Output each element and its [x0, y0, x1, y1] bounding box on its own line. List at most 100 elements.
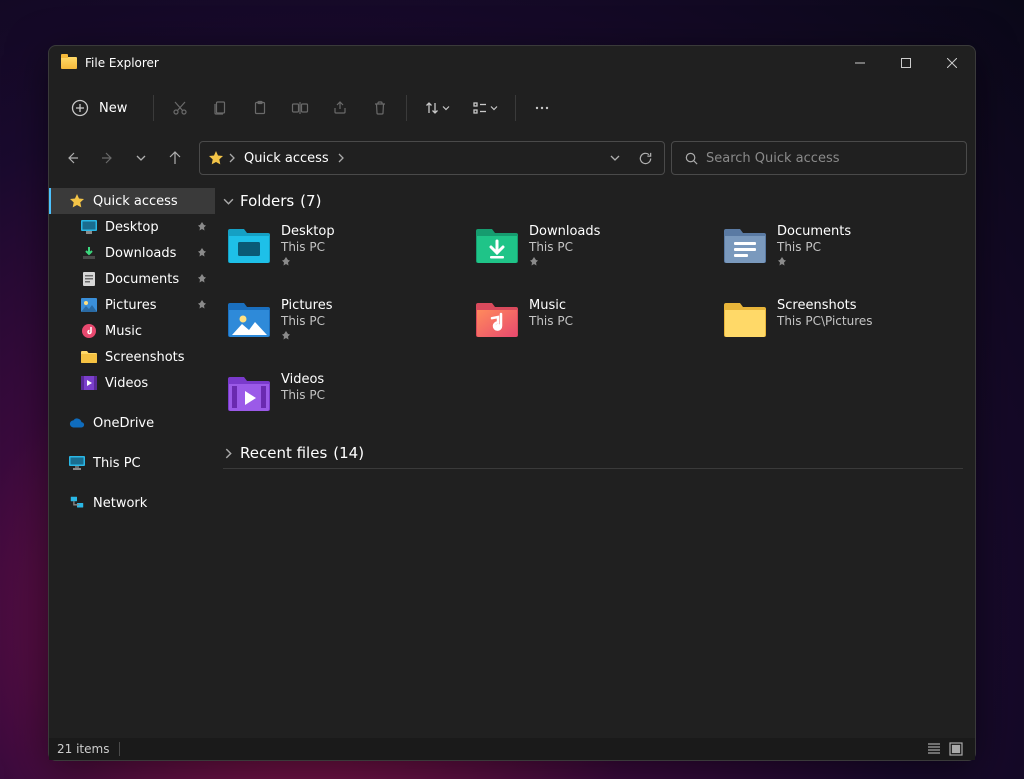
section-recent-header[interactable]: Recent files (14): [223, 444, 963, 462]
navbar: Quick access: [49, 136, 975, 184]
toolbar: New: [49, 80, 975, 136]
folder-name: Downloads: [529, 224, 600, 240]
desktop-icon: [227, 224, 271, 268]
section-count: (14): [333, 444, 364, 462]
recent-locations-button[interactable]: [125, 142, 157, 174]
breadcrumb-home[interactable]: [204, 144, 228, 172]
sidebar-item-desktop[interactable]: Desktop: [49, 214, 215, 240]
folder-sub: This PC: [529, 314, 573, 329]
breadcrumb-label: Quick access: [240, 151, 333, 166]
toolbar-separator: [153, 95, 154, 121]
section-folders-header[interactable]: Folders (7): [223, 192, 963, 210]
sidebar-item-quick-access[interactable]: Quick access: [49, 188, 215, 214]
search-input[interactable]: [706, 151, 962, 166]
delete-button[interactable]: [360, 90, 400, 126]
pin-icon: [197, 274, 207, 284]
chevron-right-icon: [337, 152, 345, 164]
pin-icon: [777, 257, 851, 267]
status-separator: [119, 742, 120, 756]
folder-icon: [61, 57, 77, 69]
rename-button[interactable]: [280, 90, 320, 126]
folder-sub: This PC\Pictures: [777, 314, 873, 329]
sidebar-item-label: Downloads: [105, 246, 176, 261]
folder-item-pictures[interactable]: Pictures This PC: [227, 298, 467, 342]
sidebar-item-music[interactable]: Music: [49, 318, 215, 344]
sidebar-item-documents[interactable]: Documents: [49, 266, 215, 292]
content-pane: Folders (7) Desktop This PC: [215, 184, 975, 738]
videos-icon: [81, 375, 97, 391]
copy-button[interactable]: [200, 90, 240, 126]
folder-name: Screenshots: [777, 298, 873, 314]
back-button[interactable]: [57, 142, 89, 174]
sidebar-item-label: Music: [105, 324, 142, 339]
window-controls: [837, 46, 975, 80]
more-button[interactable]: [522, 90, 562, 126]
new-button[interactable]: New: [61, 90, 141, 126]
folder-sub: This PC: [281, 240, 335, 255]
nav-arrows: [57, 142, 191, 174]
status-item-count: 21 items: [57, 742, 109, 756]
paste-button[interactable]: [240, 90, 280, 126]
star-icon: [208, 150, 224, 166]
sort-button[interactable]: [413, 90, 461, 126]
status-bar: 21 items: [49, 738, 975, 760]
desktop-icon: [81, 219, 97, 235]
network-icon: [69, 495, 85, 511]
sidebar-item-this-pc[interactable]: This PC: [49, 450, 215, 476]
pin-icon: [281, 257, 335, 267]
minimize-button[interactable]: [837, 46, 883, 80]
toolbar-separator: [515, 95, 516, 121]
details-view-button[interactable]: [923, 738, 945, 760]
sidebar-item-label: Pictures: [105, 298, 156, 313]
search-bar[interactable]: [671, 141, 967, 175]
chevron-down-icon: [223, 196, 234, 207]
sidebar-item-downloads[interactable]: Downloads: [49, 240, 215, 266]
address-bar[interactable]: Quick access: [199, 141, 665, 175]
sidebar-item-pictures[interactable]: Pictures: [49, 292, 215, 318]
folder-item-screenshots[interactable]: Screenshots This PC\Pictures: [723, 298, 963, 342]
folder-name: Pictures: [281, 298, 332, 314]
address-dropdown-button[interactable]: [600, 143, 630, 173]
breadcrumb-quick-access[interactable]: Quick access: [236, 144, 337, 172]
folder-item-desktop[interactable]: Desktop This PC: [227, 224, 467, 268]
folder-item-videos[interactable]: Videos This PC: [227, 372, 467, 416]
view-button[interactable]: [461, 90, 509, 126]
body: Quick access Desktop Downloads: [49, 184, 975, 738]
chevron-right-icon: [228, 152, 236, 164]
folder-item-downloads[interactable]: Downloads This PC: [475, 224, 715, 268]
folder-item-music[interactable]: Music This PC: [475, 298, 715, 342]
sidebar-item-onedrive[interactable]: OneDrive: [49, 410, 215, 436]
section-title: Folders: [240, 192, 294, 210]
thumbnails-view-button[interactable]: [945, 738, 967, 760]
pin-icon: [281, 331, 332, 341]
pin-icon: [529, 257, 600, 267]
share-button[interactable]: [320, 90, 360, 126]
forward-button[interactable]: [91, 142, 123, 174]
close-button[interactable]: [929, 46, 975, 80]
sidebar-item-screenshots[interactable]: Screenshots: [49, 344, 215, 370]
folder-sub: This PC: [281, 388, 325, 403]
videos-icon: [227, 372, 271, 416]
titlebar-title: File Explorer: [57, 56, 837, 70]
cloud-icon: [69, 415, 85, 431]
sidebar-item-label: Network: [93, 496, 147, 511]
folder-item-documents[interactable]: Documents This PC: [723, 224, 963, 268]
refresh-button[interactable]: [630, 143, 660, 173]
toolbar-separator: [406, 95, 407, 121]
sidebar-item-videos[interactable]: Videos: [49, 370, 215, 396]
pictures-icon: [81, 297, 97, 313]
sidebar-item-label: Videos: [105, 376, 148, 391]
folder-icon: [81, 349, 97, 365]
folder-name: Videos: [281, 372, 325, 388]
music-icon: [81, 323, 97, 339]
sidebar-item-network[interactable]: Network: [49, 490, 215, 516]
maximize-button[interactable]: [883, 46, 929, 80]
star-icon: [69, 193, 85, 209]
folder-name: Documents: [777, 224, 851, 240]
search-icon: [676, 151, 706, 166]
section-title: Recent files: [240, 444, 327, 462]
new-label: New: [99, 101, 127, 116]
folder-sub: This PC: [281, 314, 332, 329]
up-button[interactable]: [159, 142, 191, 174]
cut-button[interactable]: [160, 90, 200, 126]
